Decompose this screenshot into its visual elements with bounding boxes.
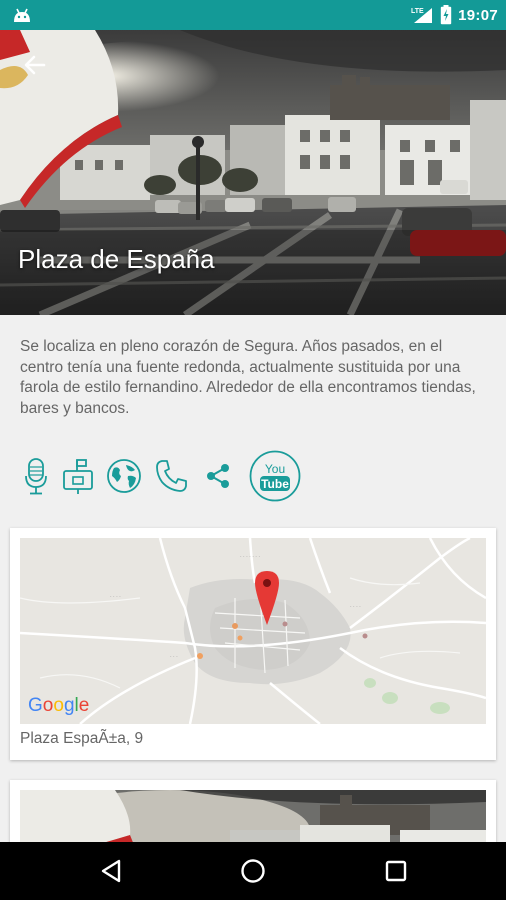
svg-text:· · ·: · · ·: [170, 654, 178, 660]
website-button[interactable]: [106, 448, 142, 504]
action-bar: You Tube: [18, 448, 318, 504]
navigation-bar: [0, 842, 506, 900]
status-bar: LTE 19:07: [0, 0, 506, 30]
phone-icon: [156, 460, 187, 492]
mailbox-icon: [63, 459, 93, 494]
main-content: Se localiza en pleno corazón de Segura. …: [0, 315, 506, 860]
youtube-label-top: You: [265, 462, 285, 476]
youtube-button[interactable]: You Tube: [248, 448, 302, 504]
mailbox-button[interactable]: [60, 448, 96, 504]
battery-charging-icon: [440, 5, 452, 25]
home-circle-icon[interactable]: [237, 855, 269, 887]
lte-signal-icon: LTE: [410, 7, 433, 23]
hero-image: Plaza de España: [0, 30, 506, 315]
map-view[interactable]: · · · · · · · · · · · · · · · · · · Goog…: [20, 538, 486, 724]
google-logo: Google: [28, 695, 89, 716]
network-label: LTE: [411, 8, 424, 15]
svg-text:Google: Google: [28, 695, 89, 716]
recents-square-icon[interactable]: [380, 855, 412, 887]
call-button[interactable]: [154, 448, 190, 504]
map-card[interactable]: · · · · · · · · · · · · · · · · · · Goog…: [10, 528, 496, 760]
microphone-icon: [25, 458, 47, 495]
back-arrow-icon[interactable]: [18, 48, 52, 82]
share-button[interactable]: [202, 448, 234, 504]
youtube-icon: You Tube: [249, 450, 301, 502]
audio-guide-button[interactable]: [18, 448, 54, 504]
youtube-label-bottom: Tube: [261, 477, 289, 491]
app-screen: LTE 19:07 Plaza de España Se localiza en…: [0, 0, 506, 900]
address-text: Plaza EspaÃ±a, 9: [20, 730, 144, 747]
status-time: 19:07: [458, 6, 498, 24]
svg-text:· · · ·: · · · ·: [110, 594, 121, 600]
svg-text:· · · · · · ·: · · · · · · ·: [240, 554, 260, 560]
page-title: Plaza de España: [18, 244, 215, 274]
svg-text:· · · ·: · · · ·: [350, 604, 361, 610]
android-icon: [14, 8, 30, 22]
place-description: Se localiza en pleno corazón de Segura. …: [20, 338, 476, 417]
share-icon: [207, 464, 229, 488]
status-right: LTE 19:07: [410, 0, 498, 30]
globe-icon: [107, 459, 141, 493]
back-triangle-icon[interactable]: [96, 855, 128, 887]
